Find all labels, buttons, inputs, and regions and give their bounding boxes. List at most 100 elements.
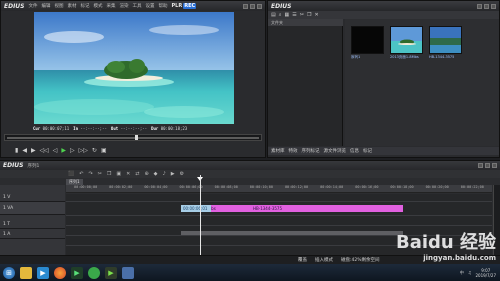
folder-icon[interactable]: ▤ bbox=[271, 12, 276, 18]
lang-indicator[interactable]: 中 bbox=[460, 270, 464, 276]
menu-file[interactable]: 文件 bbox=[29, 3, 38, 9]
fast-forward-button[interactable]: ▷▷ bbox=[79, 147, 88, 154]
maximize-icon[interactable] bbox=[484, 3, 489, 9]
time-ruler[interactable]: 00:00:00;00 00:00:02;00 00:00:04;00 00:00:0… bbox=[66, 185, 492, 193]
timeline-app-logo: EDIUS bbox=[3, 162, 24, 169]
folder-icon[interactable] bbox=[20, 266, 32, 279]
tray-clock[interactable]: 9:07 2019/7/27 bbox=[475, 268, 496, 278]
track-lane[interactable] bbox=[66, 194, 492, 202]
island-preview-image bbox=[34, 12, 234, 124]
thumb-sequence[interactable] bbox=[351, 26, 384, 54]
folder-tree[interactable] bbox=[268, 26, 343, 146]
list-icon[interactable]: ☰ bbox=[292, 12, 296, 18]
redo-icon[interactable]: ↷ bbox=[88, 171, 92, 177]
media-icon[interactable]: ▶ bbox=[105, 266, 117, 279]
thumb-clip-2[interactable] bbox=[429, 26, 462, 54]
menu-edit[interactable]: 编辑 bbox=[42, 3, 51, 9]
menu-view[interactable]: 视图 bbox=[55, 3, 64, 9]
overlay-button[interactable]: ▣ bbox=[101, 147, 107, 154]
thumb-label: 序列1 bbox=[351, 55, 361, 59]
audio-icon[interactable]: ♪ bbox=[163, 171, 166, 177]
menu-mode[interactable]: 模式 bbox=[94, 3, 103, 9]
volume-icon[interactable]: ♫ bbox=[468, 270, 472, 275]
minimize-icon[interactable] bbox=[477, 3, 482, 9]
delete-icon[interactable]: ✕ bbox=[126, 171, 130, 177]
next-marker-button[interactable]: ▶ bbox=[31, 147, 36, 154]
tab-info[interactable]: 信息 bbox=[350, 148, 359, 154]
rewind-button[interactable]: ◁◁ bbox=[40, 147, 49, 154]
close-icon[interactable] bbox=[492, 163, 497, 168]
track-header[interactable]: 1 A bbox=[0, 231, 65, 239]
maximize-icon[interactable] bbox=[485, 163, 490, 168]
ripple-icon[interactable]: ⇄ bbox=[135, 171, 139, 177]
cut-icon[interactable]: ✂ bbox=[98, 171, 102, 177]
copy-icon[interactable]: ❐ bbox=[107, 171, 111, 177]
track-name: 1 V bbox=[3, 195, 11, 200]
track-header[interactable]: 1 VA bbox=[0, 202, 65, 215]
marker-icon[interactable]: ◆ bbox=[154, 171, 158, 177]
undo-icon[interactable]: ↶ bbox=[79, 171, 83, 177]
stop-button[interactable]: ▮ bbox=[15, 147, 18, 154]
audio-clip[interactable] bbox=[251, 231, 403, 235]
slider-knob[interactable] bbox=[135, 135, 138, 140]
ruler-tick-label: 00:00:10;00 bbox=[249, 185, 273, 189]
plr-label: PLR bbox=[171, 3, 183, 9]
timecode-readout: Cur 00:00:07;11 In --:--:--;-- Out --:--… bbox=[1, 125, 265, 132]
menu-settings[interactable]: 设置 bbox=[146, 3, 155, 9]
timeline-toolbar: ⬛ ↶ ↷ ✂ ❐ ▣ ✕ ⇄ ⊕ ◆ ♪ ▶ ⚙ bbox=[0, 170, 500, 178]
mode-icon[interactable]: ⬛ bbox=[68, 171, 74, 177]
firefox-icon[interactable] bbox=[54, 266, 66, 279]
window-controls bbox=[243, 3, 262, 9]
render-icon[interactable]: ▶ bbox=[171, 171, 175, 177]
prev-frame-button[interactable]: ◀ bbox=[22, 147, 27, 154]
windows-start-icon[interactable]: ⊞ bbox=[3, 266, 15, 279]
paste-icon[interactable]: ▣ bbox=[116, 171, 121, 177]
position-slider[interactable] bbox=[4, 134, 262, 141]
thumb-clip-1[interactable] bbox=[390, 26, 423, 54]
menu-clip[interactable]: 素材 bbox=[68, 3, 77, 9]
media-player-icon[interactable]: ▶ bbox=[37, 266, 49, 279]
search-icon[interactable]: ⌕ bbox=[279, 12, 282, 18]
copy-icon[interactable]: ❐ bbox=[307, 12, 311, 18]
tab-markers[interactable]: 标记 bbox=[363, 148, 372, 154]
track-header[interactable]: 1 V bbox=[0, 194, 65, 202]
tab-effects[interactable]: 特效 bbox=[289, 148, 298, 154]
play-button[interactable]: ▶ bbox=[61, 147, 66, 154]
unknown-app-icon[interactable] bbox=[122, 266, 134, 279]
minimize-icon[interactable] bbox=[478, 163, 483, 168]
360-icon[interactable] bbox=[88, 266, 100, 279]
track-lane[interactable] bbox=[66, 216, 492, 226]
ruler-tick-label: 00:00:04;00 bbox=[144, 185, 168, 189]
snap-icon[interactable]: ⊕ bbox=[144, 171, 148, 177]
menu-marker[interactable]: 标记 bbox=[81, 3, 90, 9]
close-icon[interactable] bbox=[257, 3, 262, 9]
plr-rec-indicator[interactable]: PLR REC bbox=[172, 3, 197, 9]
step-forward-button[interactable]: ▷ bbox=[70, 147, 75, 154]
audio-clip[interactable] bbox=[181, 231, 251, 235]
bin-tabs: 素材库 特效 序列标记 源文件浏览 信息 标记 bbox=[268, 147, 499, 155]
delete-icon[interactable]: ✕ bbox=[314, 12, 318, 18]
track-header[interactable]: 1 T bbox=[0, 221, 65, 229]
loop-button[interactable]: ↻ bbox=[92, 147, 97, 154]
cur-value: 00:00:07;11 bbox=[42, 126, 70, 131]
menu-help[interactable]: 帮助 bbox=[159, 3, 168, 9]
ruler-tick-label: 00:00:08;00 bbox=[214, 185, 238, 189]
menu-tools[interactable]: 工具 bbox=[133, 3, 142, 9]
edius-icon[interactable]: ▶ bbox=[71, 266, 83, 279]
tab-bin[interactable]: 素材库 bbox=[271, 148, 285, 154]
playhead[interactable] bbox=[200, 175, 201, 263]
player-menubar: EDIUS 文件 编辑 视图 素材 标记 模式 采集 渲染 工具 设置 帮助 P… bbox=[1, 1, 265, 11]
bin-window: EDIUS ▤ ⌕ ▦ ☰ ✂ ❐ ✕ 文件夹 序列1 2013页面1-8Mbs bbox=[267, 0, 500, 158]
menu-capture[interactable]: 采集 bbox=[107, 3, 116, 9]
timeline-clip[interactable]: HB-1344-3575 bbox=[251, 205, 403, 212]
maximize-icon[interactable] bbox=[250, 3, 255, 9]
tab-source-browser[interactable]: 源文件浏览 bbox=[324, 148, 347, 154]
tab-sequence-markers[interactable]: 序列标记 bbox=[302, 148, 320, 154]
step-back-button[interactable]: ◁ bbox=[53, 147, 58, 154]
menu-render[interactable]: 渲染 bbox=[120, 3, 129, 9]
close-icon[interactable] bbox=[491, 3, 496, 9]
minimize-icon[interactable] bbox=[243, 3, 248, 9]
settings-icon[interactable]: ⚙ bbox=[180, 171, 184, 177]
grid-icon[interactable]: ▦ bbox=[285, 12, 290, 18]
cut-icon[interactable]: ✂ bbox=[300, 12, 304, 18]
